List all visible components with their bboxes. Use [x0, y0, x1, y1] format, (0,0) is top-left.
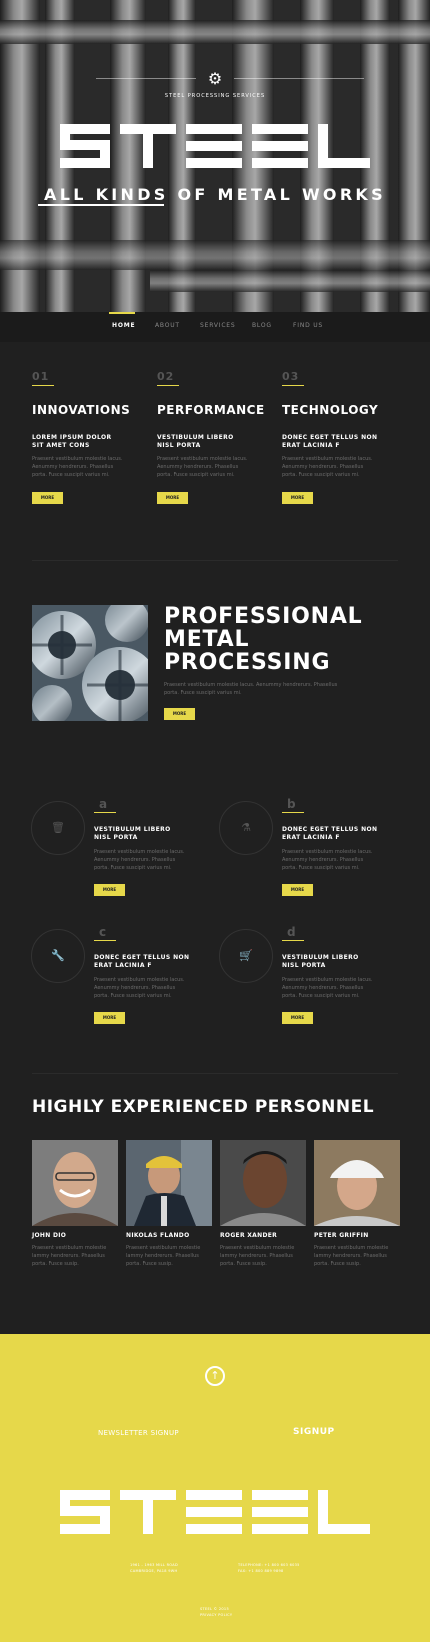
- newsletter-label: NEWSLETTER SIGNUP: [98, 1429, 179, 1437]
- team-photo-roger-xander: [220, 1140, 306, 1226]
- service-letter: b: [287, 797, 296, 811]
- feature-number: 02: [157, 370, 175, 383]
- feature-text: Praesent vestibulum molestie lacus. Aenum…: [282, 456, 373, 478]
- feature-more-button[interactable]: MORE: [157, 492, 188, 504]
- footer-steel-logo: [60, 1490, 370, 1534]
- nav-item-home[interactable]: HOME: [112, 322, 135, 329]
- team-member-text: Praesent vestibulum molestie lammy hendre…: [126, 1245, 201, 1267]
- section-divider: [32, 560, 398, 561]
- footer-phone: TELEPHONE: +1 800 603 6035 FAX: +1 800 88…: [238, 1563, 300, 1573]
- scroll-up-icon[interactable]: ↑: [205, 1366, 225, 1386]
- wrench-icon: 🔧: [51, 949, 65, 962]
- team-member-name: ROGER XANDER: [220, 1232, 278, 1239]
- service-icon-circle: 🗑: [31, 801, 85, 855]
- feature-subtitle: LOREM IPSUM DOLOR SIT AMET CONS: [32, 434, 112, 449]
- about-title-line: PROCESSING: [164, 650, 331, 675]
- about-more-button[interactable]: MORE: [164, 708, 195, 720]
- service-more-button[interactable]: MORE: [282, 884, 313, 896]
- service-letter: d: [287, 925, 296, 939]
- feature-more-button[interactable]: MORE: [282, 492, 313, 504]
- footer-address: 1961 - 1963 MILL ROAD CAMBRIDGE, PA18 9WH: [130, 1563, 178, 1573]
- feature-subtitle: VESTIBULUM LIBERO NISL PORTA: [157, 434, 234, 449]
- service-title: VESTIBULUM LIBERO NISL PORTA: [94, 826, 171, 841]
- footer-copyright: STEEL © 2015 PRIVACY POLICY: [200, 1607, 233, 1618]
- hero-tagline: ALL KINDS OF METAL WORKS: [44, 185, 386, 204]
- feature-text: Praesent vestibulum molestie lacus. Aenum…: [32, 456, 123, 478]
- feature-title: PERFORMANCE: [157, 403, 265, 417]
- team-member-text: Praesent vestibulum molestie lammy hendre…: [32, 1245, 107, 1267]
- gear-icon: ⚙: [207, 69, 223, 88]
- feature-number: 03: [282, 370, 300, 383]
- service-letter-line: [282, 812, 304, 813]
- hero-tagline-underline: [38, 204, 164, 206]
- main-nav: HOME ABOUT SERVICES BLOG FIND US: [0, 312, 430, 342]
- feature-number: 01: [32, 370, 50, 383]
- team-member-name: JOHN DIO: [32, 1232, 67, 1239]
- nav-item-find-us[interactable]: FIND US: [293, 322, 323, 329]
- feature-title: TECHNOLOGY: [282, 403, 379, 417]
- team-photo-john-dio: [32, 1140, 118, 1226]
- service-text: Praesent vestibulum molestie lacus. Aenum…: [94, 849, 185, 871]
- nav-item-services[interactable]: SERVICES: [200, 322, 236, 329]
- service-text: Praesent vestibulum molestie lacus. Aenum…: [94, 977, 185, 999]
- service-title: VESTIBULUM LIBERO NISL PORTA: [282, 954, 359, 969]
- nav-active-marker: [109, 312, 135, 314]
- service-title: DONEC EGET TELLUS NON ERAT LACINIA F: [282, 826, 378, 841]
- about-text: Praesent vestibulum molestie lacus. Aenu…: [164, 682, 338, 696]
- about-title-line: METAL: [164, 627, 250, 652]
- service-icon-circle: 🔧: [31, 929, 85, 983]
- team-title: HIGHLY EXPERIENCED PERSONNEL: [32, 1097, 375, 1117]
- feature-text: Praesent vestibulum molestie lacus. Aenum…: [157, 456, 248, 478]
- feature-more-button[interactable]: MORE: [32, 492, 63, 504]
- gears-image: [32, 605, 148, 721]
- feature-number-line: [282, 385, 304, 386]
- trash-icon: 🗑: [51, 821, 65, 834]
- feature-subtitle: DONEC EGET TELLUS NON ERAT LACINIA F: [282, 434, 378, 449]
- service-letter-line: [94, 812, 116, 813]
- feature-number-line: [157, 385, 179, 386]
- service-letter: c: [99, 925, 107, 939]
- section-divider: [32, 1073, 398, 1074]
- hero-subtitle: STEEL PROCESSING SERVICES: [164, 93, 266, 99]
- nav-item-blog[interactable]: BLOG: [252, 322, 272, 329]
- service-text: Praesent vestibulum molestie lacus. Aenum…: [282, 849, 373, 871]
- nav-item-about[interactable]: ABOUT: [155, 322, 180, 329]
- service-more-button[interactable]: MORE: [94, 1012, 125, 1024]
- hero-rule-right: [234, 78, 364, 79]
- team-member-name: PETER GRIFFIN: [314, 1232, 369, 1239]
- steel-logo: [60, 124, 370, 168]
- service-icon-circle: 🛒: [219, 929, 273, 983]
- team-photo-nikolas-flando: [126, 1140, 212, 1226]
- service-letter-line: [282, 940, 304, 941]
- service-more-button[interactable]: MORE: [94, 884, 125, 896]
- flask-icon: ⚗: [241, 821, 251, 834]
- hero-rule-left: [96, 78, 196, 79]
- service-letter-line: [94, 940, 116, 941]
- service-icon-circle: ⚗: [219, 801, 273, 855]
- service-text: Praesent vestibulum molestie lacus. Aenum…: [282, 977, 373, 999]
- team-member-name: NIKOLAS FLANDO: [126, 1232, 190, 1239]
- about-title-line: PROFESSIONAL: [164, 604, 363, 629]
- team-member-text: Praesent vestibulum molestie lammy hendre…: [220, 1245, 295, 1267]
- cart-icon: 🛒: [239, 949, 253, 962]
- signup-button[interactable]: SIGNUP: [293, 1427, 335, 1437]
- service-more-button[interactable]: MORE: [282, 1012, 313, 1024]
- team-member-text: Praesent vestibulum molestie lammy hendre…: [314, 1245, 389, 1267]
- feature-number-line: [32, 385, 54, 386]
- service-title: DONEC EGET TELLUS NON ERAT LACINIA F: [94, 954, 190, 969]
- privacy-policy-link[interactable]: PRIVACY POLICY: [200, 1612, 232, 1618]
- team-photo-peter-griffin: [314, 1140, 400, 1226]
- service-letter: a: [99, 797, 108, 811]
- feature-title: INNOVATIONS: [32, 403, 131, 417]
